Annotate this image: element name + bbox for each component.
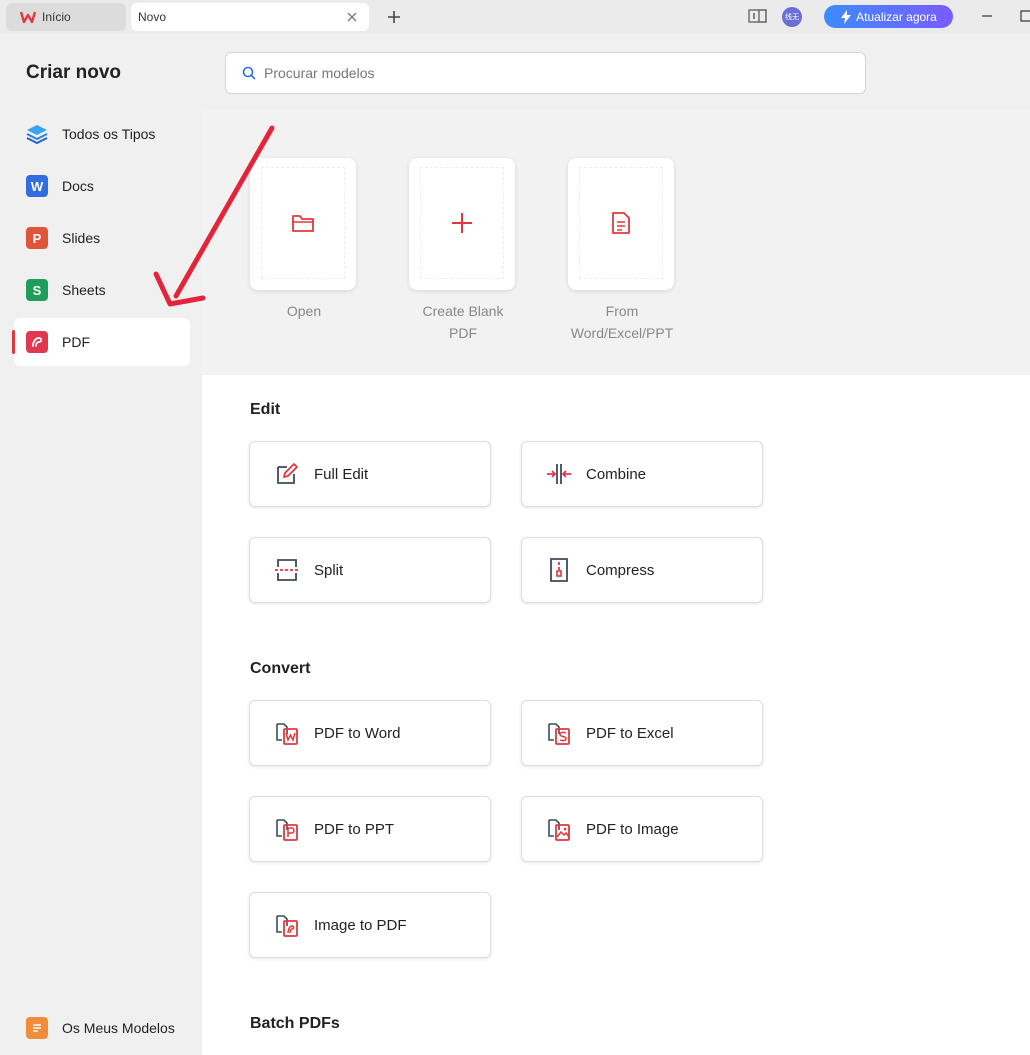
pdf-to-image-icon — [546, 816, 572, 842]
compress-icon — [546, 557, 572, 583]
avatar[interactable]: 线无 — [782, 7, 802, 27]
sidebar-item-label: Todos os Tipos — [62, 126, 156, 142]
word-icon: W — [26, 175, 48, 197]
sidebar-item-slides[interactable]: P Slides — [14, 214, 190, 262]
quick-actions-area: Open Create Blank PDF From Word/Excel/PP… — [202, 110, 1030, 375]
pdf-to-excel-icon — [546, 720, 572, 746]
pdf-icon — [26, 331, 48, 353]
sidebar-item-label: Sheets — [62, 282, 106, 298]
tab-home[interactable]: Início — [6, 3, 126, 31]
convert-section-title: Convert — [250, 660, 311, 677]
plus-icon[interactable] — [385, 8, 403, 26]
batch-section-title: Batch PDFs — [250, 1015, 340, 1032]
tool-label: Compress — [586, 561, 655, 579]
from-office-thumb[interactable] — [568, 158, 674, 290]
open-card[interactable]: Open — [250, 158, 358, 322]
card-label: Open — [286, 303, 322, 319]
upgrade-button[interactable]: Atualizar agora — [824, 5, 953, 28]
wps-logo-icon — [20, 11, 36, 24]
minimize-icon[interactable] — [980, 10, 994, 22]
pdf-to-word-icon — [274, 720, 300, 746]
sidebar-title: Criar novo — [26, 62, 122, 83]
create-blank-pdf-card[interactable]: Create Blank PDF — [409, 158, 517, 344]
upgrade-label: Atualizar agora — [856, 9, 937, 24]
create-blank-pdf-thumb[interactable] — [409, 158, 515, 290]
search-box[interactable] — [225, 52, 866, 94]
tool-label: PDF to Excel — [586, 724, 674, 742]
tool-label: PDF to Word — [314, 724, 401, 742]
sidebar-item-docs[interactable]: W Docs — [14, 162, 190, 210]
split-button[interactable]: Split — [249, 537, 491, 603]
sidebar-item-label: Os Meus Modelos — [62, 1020, 175, 1036]
image-to-pdf-button[interactable]: Image to PDF — [249, 892, 491, 958]
card-label: From Word/Excel/PPT — [570, 303, 674, 341]
open-card-thumb[interactable] — [250, 158, 356, 290]
workspace-icon[interactable] — [748, 8, 768, 24]
title-bar: Início Novo 线无 Atualizar agora — [0, 0, 1030, 34]
templates-icon — [26, 1017, 48, 1039]
tab-novo[interactable]: Novo — [131, 3, 369, 31]
tool-label: Split — [314, 561, 344, 579]
sidebar-item-sheets[interactable]: S Sheets — [14, 266, 190, 314]
tool-label: PDF to Image — [586, 820, 679, 838]
tools-panel: Edit Full Edit Combine Split Compress Co… — [202, 375, 1030, 1055]
from-office-card[interactable]: From Word/Excel/PPT — [568, 158, 676, 344]
search-icon — [242, 66, 256, 80]
folder-icon — [292, 215, 314, 232]
search-input[interactable] — [264, 65, 824, 81]
full-edit-button[interactable]: Full Edit — [249, 441, 491, 507]
tool-label: Combine — [586, 465, 647, 483]
tab-home-label: Início — [42, 10, 71, 24]
tool-label: Image to PDF — [314, 916, 407, 934]
combine-icon — [546, 461, 572, 487]
presentation-icon: P — [26, 227, 48, 249]
plus-icon — [452, 213, 472, 233]
document-icon — [612, 212, 630, 234]
maximize-icon[interactable] — [1020, 10, 1030, 22]
edit-section-title: Edit — [250, 401, 281, 418]
pdf-to-ppt-button[interactable]: PDF to PPT — [249, 796, 491, 862]
lightning-icon — [841, 9, 852, 24]
tool-label: Full Edit — [314, 465, 369, 483]
edit-icon — [274, 461, 300, 487]
sidebar-item-pdf[interactable]: PDF — [12, 318, 190, 366]
split-icon — [274, 557, 300, 583]
sidebar-item-label: PDF — [62, 334, 90, 350]
image-to-pdf-icon — [274, 912, 300, 938]
sidebar: Criar novo Todos os Tipos W Docs P Slide… — [0, 34, 202, 1055]
pdf-to-excel-button[interactable]: PDF to Excel — [521, 700, 763, 766]
tab-novo-label: Novo — [138, 10, 167, 24]
combine-button[interactable]: Combine — [521, 441, 763, 507]
sidebar-item-label: Slides — [62, 230, 101, 246]
spreadsheet-icon: S — [26, 279, 48, 301]
pdf-to-word-button[interactable]: PDF to Word — [249, 700, 491, 766]
close-icon[interactable] — [345, 10, 359, 24]
sidebar-item-label: Docs — [62, 178, 94, 194]
compress-button[interactable]: Compress — [521, 537, 763, 603]
card-label: Create Blank PDF — [422, 303, 504, 341]
sidebar-item-all-types[interactable]: Todos os Tipos — [14, 110, 190, 158]
tool-label: PDF to PPT — [314, 820, 395, 838]
pdf-to-image-button[interactable]: PDF to Image — [521, 796, 763, 862]
sidebar-item-my-templates[interactable]: Os Meus Modelos — [14, 1004, 190, 1052]
layers-icon — [26, 123, 48, 145]
pdf-to-ppt-icon — [274, 816, 300, 842]
